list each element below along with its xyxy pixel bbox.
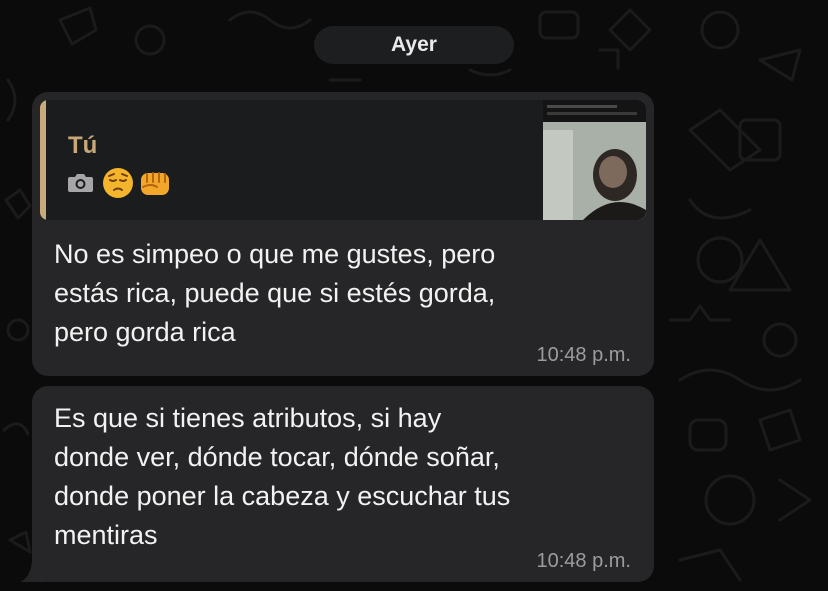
message-line: donde poner la cabeza y escuchar tus	[54, 481, 511, 511]
oncoming-fist-emoji	[141, 172, 169, 195]
quote-accent-bar	[40, 100, 46, 220]
date-separator-label: Ayer	[391, 33, 437, 56]
message-timestamp: 10:48 p.m.	[536, 344, 631, 366]
camera-icon	[68, 174, 93, 192]
pensive-face-emoji	[103, 168, 133, 198]
message-line: No es simpeo o que me gustes, pero	[54, 239, 496, 269]
bubble-tail	[20, 562, 44, 582]
message-line: donde ver, dónde tocar, dónde soñar,	[54, 442, 500, 472]
message-timestamp: 10:48 p.m.	[536, 550, 631, 572]
quoted-reply[interactable]: Tú	[40, 100, 646, 220]
message-line: estás rica, puede que si estés gorda,	[54, 278, 496, 308]
message-bubble[interactable]: Es que si tienes atributos, si hay donde…	[32, 386, 654, 582]
message-text: No es simpeo o que me gustes, pero estás…	[54, 235, 495, 352]
quote-content	[67, 166, 176, 200]
quote-author: Tú	[68, 132, 98, 159]
message-line: mentiras	[54, 520, 158, 550]
message-line: Es que si tienes atributos, si hay	[54, 403, 442, 433]
message-line: pero gorda rica	[54, 317, 236, 347]
message-text: Es que si tienes atributos, si hay donde…	[54, 399, 510, 555]
message-bubble[interactable]: Tú No es simpeo o que me gustes, pero es…	[32, 92, 654, 376]
date-separator: Ayer	[314, 26, 514, 64]
quoted-photo-thumbnail[interactable]	[543, 100, 646, 220]
